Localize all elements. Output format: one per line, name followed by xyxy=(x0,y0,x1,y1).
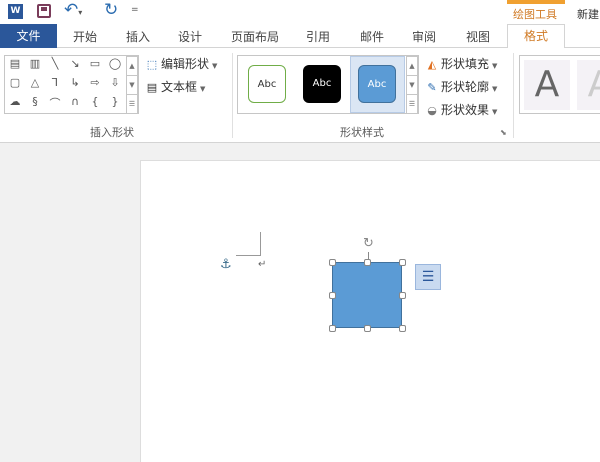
gallery-scroll-up[interactable]: ▲ xyxy=(126,56,138,76)
left-brace-shape-icon[interactable]: { xyxy=(86,95,104,108)
triangle-shape-icon[interactable]: △ xyxy=(26,76,44,89)
rounded-rectangle-shape-icon[interactable]: ▢ xyxy=(6,76,24,89)
shape-effects-label: 形状效果 xyxy=(441,103,490,117)
vertical-textbox-shape-icon[interactable]: ▥ xyxy=(26,57,44,70)
shape-outline-label: 形状轮廓 xyxy=(441,80,490,94)
resize-handle-ne[interactable] xyxy=(399,259,406,266)
resize-handle-s[interactable] xyxy=(364,325,371,332)
wordart-style-2[interactable]: A xyxy=(577,60,600,110)
tab-file[interactable]: 文件 xyxy=(0,24,57,48)
right-brace-shape-icon[interactable]: } xyxy=(106,95,124,108)
anchor-icon: ⚓ xyxy=(220,257,232,272)
shape-effects-button[interactable]: ◒ 形状效果 ▼ xyxy=(425,101,497,118)
ribbon: ▤ ▥ ╲ ↘ ▭ ◯ ▢ △ ⅂ ↳ ⇨ ⇩ ☁ § ⌒ ∩ { } ▲ ▼ … xyxy=(0,48,600,143)
arc-shape-icon[interactable]: ⌒ xyxy=(46,95,64,111)
document-page[interactable]: ⚓ ↵ ↻ ☰ xyxy=(140,160,600,462)
ribbon-tabs: 文件 开始 插入 设计 页面布局 引用 邮件 审阅 视图 格式 xyxy=(0,24,600,49)
gallery-scroll-down[interactable]: ▼ xyxy=(126,75,138,95)
title-bar: W ↶▾ ↻ = 绘图工具 新建 xyxy=(0,0,600,24)
group-divider xyxy=(513,53,514,138)
redo-icon[interactable]: ↻ xyxy=(104,0,118,20)
document-title: 新建 xyxy=(577,8,599,21)
tab-view[interactable]: 视图 xyxy=(466,28,490,45)
edit-points-icon: ⬚ xyxy=(146,58,158,71)
tab-references[interactable]: 引用 xyxy=(306,28,330,45)
resize-handle-se[interactable] xyxy=(399,325,406,332)
margin-corner-mark xyxy=(236,232,261,256)
drawing-tools-accent xyxy=(507,0,565,4)
resize-handle-sw[interactable] xyxy=(329,325,336,332)
paint-bucket-icon: ◭ xyxy=(427,58,437,71)
resize-handle-w[interactable] xyxy=(329,292,336,299)
right-arrow-shape-icon[interactable]: ⇨ xyxy=(86,76,104,89)
textbox-shape-icon[interactable]: ▤ xyxy=(6,57,24,70)
tab-insert[interactable]: 插入 xyxy=(126,28,150,45)
tab-review[interactable]: 审阅 xyxy=(412,28,436,45)
text-box-button[interactable]: ▤ 文本框 ▼ xyxy=(145,78,206,95)
resize-handle-e[interactable] xyxy=(399,292,406,299)
oval-shape-icon[interactable]: ◯ xyxy=(106,57,124,70)
blue-rectangle-shape[interactable] xyxy=(332,262,402,328)
resize-handle-n[interactable] xyxy=(364,259,371,266)
curve-shape-icon[interactable]: ∩ xyxy=(66,95,84,108)
style-thumb-dark[interactable]: Abc xyxy=(303,65,341,103)
save-icon[interactable] xyxy=(37,4,51,18)
effects-icon: ◒ xyxy=(427,104,437,117)
text-box-label: 文本框 xyxy=(161,80,198,94)
layout-options-icon[interactable]: ☰ xyxy=(415,264,441,290)
elbow-connector-shape-icon[interactable]: ⅂ xyxy=(46,76,64,89)
insert-shapes-group-label: 插入形状 xyxy=(90,126,134,139)
paragraph-mark: ↵ xyxy=(258,259,267,270)
shape-fill-button[interactable]: ◭ 形状填充 ▼ xyxy=(425,55,498,72)
group-divider xyxy=(232,53,233,138)
text-box-icon: ▤ xyxy=(146,81,158,94)
dialog-launcher-icon[interactable]: ⬊ xyxy=(500,128,507,137)
freeform-shape-icon[interactable]: ☁ xyxy=(6,95,24,108)
style-thumb-blue[interactable]: Abc xyxy=(358,65,396,103)
tab-format[interactable]: 格式 xyxy=(507,24,565,49)
edit-shape-label: 编辑形状 xyxy=(161,57,210,71)
wordart-gallery[interactable]: A A xyxy=(519,55,600,114)
edit-shape-button[interactable]: ⬚ 编辑形状 ▼ xyxy=(145,55,218,72)
shape-styles-gallery[interactable]: Abc Abc Abc ▲ ▼ ☰ xyxy=(237,55,419,114)
shape-styles-group-label: 形状样式 xyxy=(340,126,384,139)
tab-page-layout[interactable]: 页面布局 xyxy=(231,28,279,45)
customize-quick-access[interactable]: = xyxy=(131,5,139,15)
wordart-style-1[interactable]: A xyxy=(524,60,570,110)
styles-more[interactable]: ☰ xyxy=(406,94,418,114)
undo-icon[interactable]: ↶▾ xyxy=(64,0,82,20)
elbow-arrow-shape-icon[interactable]: ↳ xyxy=(66,76,84,89)
word-app-icon: W xyxy=(8,4,23,19)
shapes-gallery[interactable]: ▤ ▥ ╲ ↘ ▭ ◯ ▢ △ ⅂ ↳ ⇨ ⇩ ☁ § ⌒ ∩ { } ▲ ▼ … xyxy=(4,55,139,114)
shape-outline-button[interactable]: ✎ 形状轮廓 ▼ xyxy=(425,78,497,95)
tab-design[interactable]: 设计 xyxy=(178,28,202,45)
rotation-handle-icon[interactable]: ↻ xyxy=(363,236,374,251)
scribble-shape-icon[interactable]: § xyxy=(26,95,44,108)
arrow-line-shape-icon[interactable]: ↘ xyxy=(66,57,84,70)
tab-mailings[interactable]: 邮件 xyxy=(360,28,384,45)
shape-fill-label: 形状填充 xyxy=(441,57,490,71)
pen-outline-icon: ✎ xyxy=(427,81,437,94)
line-shape-icon[interactable]: ╲ xyxy=(46,57,64,70)
drawing-tools-label: 绘图工具 xyxy=(513,8,557,21)
style-thumb-outline[interactable]: Abc xyxy=(248,65,286,103)
down-arrow-shape-icon[interactable]: ⇩ xyxy=(106,76,124,89)
gallery-more[interactable]: ☰ xyxy=(126,94,138,114)
rectangle-shape-icon[interactable]: ▭ xyxy=(86,57,104,70)
styles-scroll-up[interactable]: ▲ xyxy=(406,56,418,76)
tab-home[interactable]: 开始 xyxy=(73,28,97,45)
resize-handle-nw[interactable] xyxy=(329,259,336,266)
styles-scroll-down[interactable]: ▼ xyxy=(406,75,418,95)
